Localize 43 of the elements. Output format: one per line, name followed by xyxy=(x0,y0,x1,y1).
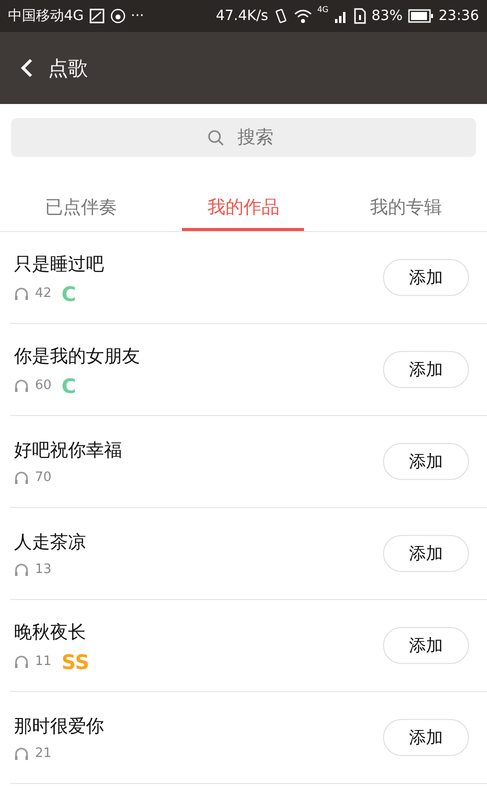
play-count: 13 xyxy=(35,562,52,577)
headphones-icon xyxy=(14,746,29,761)
add-button[interactable]: 添加 xyxy=(383,259,469,296)
add-button[interactable]: 添加 xyxy=(383,719,469,756)
image-icon xyxy=(88,8,105,24)
grade-label: C xyxy=(62,376,76,396)
tab[interactable]: 我的专辑 xyxy=(344,185,467,231)
headphones-icon xyxy=(14,654,29,669)
battery-icon xyxy=(408,9,434,23)
headphones-icon xyxy=(14,378,29,393)
song-title: 好吧祝你幸福 xyxy=(14,439,123,462)
song-title: 你是我的女朋友 xyxy=(14,344,141,368)
play-count: 11 xyxy=(35,654,52,669)
grade-label: SS xyxy=(62,652,90,672)
play-count: 21 xyxy=(35,746,52,761)
add-button[interactable]: 添加 xyxy=(383,535,469,572)
play-count: 60 xyxy=(35,378,52,393)
vibrate-icon xyxy=(273,8,290,24)
back-icon[interactable] xyxy=(20,57,34,79)
battery-percent: 83% xyxy=(372,8,403,24)
search-field[interactable]: 搜索 xyxy=(11,118,476,157)
network-type: 4G xyxy=(317,5,329,14)
song-title: 那时很爱你 xyxy=(14,715,105,738)
song-title: 只是睡过吧 xyxy=(14,252,105,276)
tab[interactable]: 已点伴奏 xyxy=(20,185,142,231)
headphones-icon xyxy=(14,286,29,301)
carrier-label: 中国移动4G xyxy=(8,7,84,25)
headphones-icon xyxy=(14,562,29,577)
song-title: 人走茶凉 xyxy=(14,531,87,554)
grade-label: C xyxy=(62,284,76,304)
sim-card-icon xyxy=(352,8,367,24)
add-button[interactable]: 添加 xyxy=(383,351,469,388)
song-title: 晚秋夜长 xyxy=(14,620,87,644)
clock: 23:36 xyxy=(438,8,479,24)
network-speed: 47.4K/s xyxy=(216,8,268,24)
more-indicator: ··· xyxy=(130,8,144,24)
wifi-icon xyxy=(294,8,312,24)
add-button[interactable]: 添加 xyxy=(383,443,469,480)
play-count: 42 xyxy=(35,286,52,301)
add-button[interactable]: 添加 xyxy=(383,627,469,664)
page-title: 点歌 xyxy=(48,54,88,82)
play-count: 70 xyxy=(35,470,52,485)
headphones-icon xyxy=(14,470,29,485)
